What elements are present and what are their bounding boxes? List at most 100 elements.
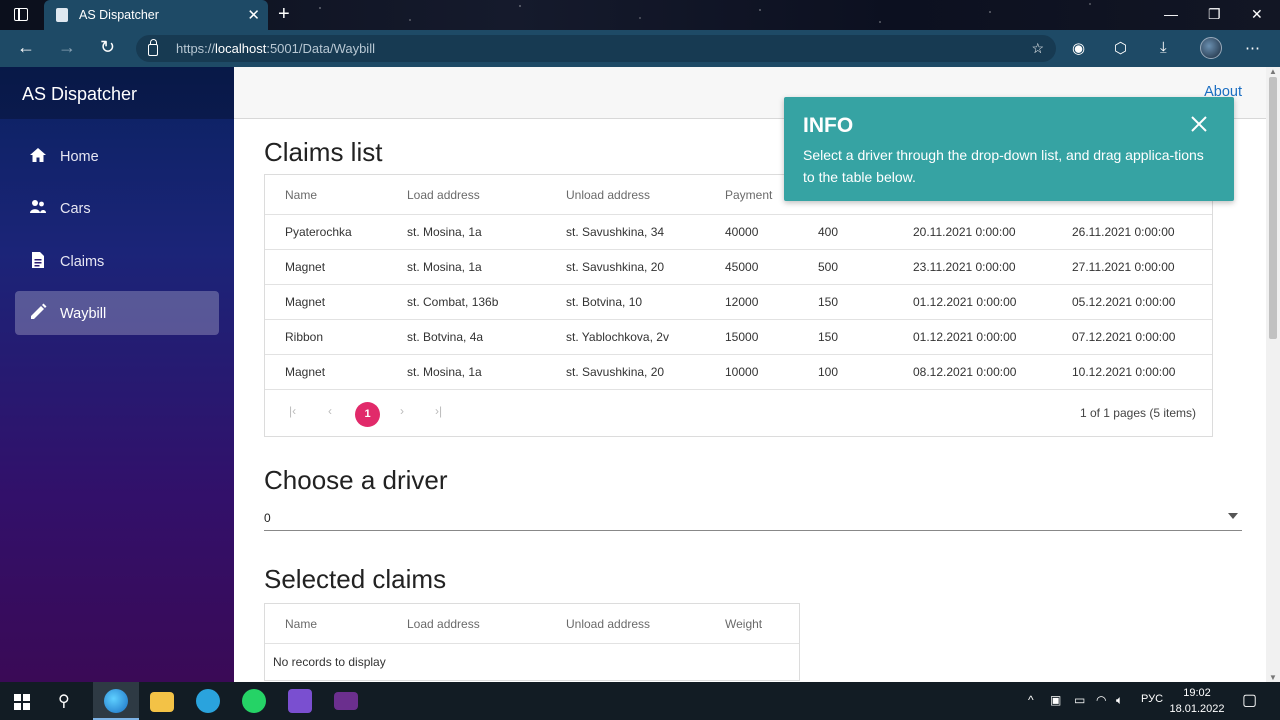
url-path: :5001/Data/Waybill <box>266 41 375 56</box>
extension-icon[interactable]: ◉ <box>1072 39 1085 57</box>
prev-page-icon[interactable]: ‹ <box>328 404 332 418</box>
url-field[interactable]: https://localhost:5001/Data/Waybill ☆ <box>136 35 1056 62</box>
sidebar-item-home[interactable]: Home <box>15 134 219 178</box>
windows-start-icon[interactable] <box>14 694 30 710</box>
column-header-load-address[interactable]: Load address <box>407 175 480 215</box>
toast-title: INFO <box>803 114 854 137</box>
selected-claims-grid[interactable]: Name Load address Unload address Weight … <box>264 603 800 681</box>
page-number-button[interactable]: 1 <box>355 402 380 427</box>
windows-taskbar: ⚲ ^ ▣ ▭ ◠ 🔈︎ РУС 19:02 18.01.2022 ▢ <box>0 682 1280 720</box>
table-row[interactable]: Magnet st. Mosina, 1a st. Savushkina, 20 10… <box>265 355 1212 390</box>
terminal-icon[interactable] <box>334 692 358 710</box>
close-window-icon[interactable]: ✕ <box>1251 6 1263 23</box>
column-header-name[interactable]: Name <box>285 175 317 215</box>
driver-dropdown[interactable]: 0 <box>264 507 1242 531</box>
visual-studio-icon[interactable] <box>288 689 312 713</box>
tray-app-icon[interactable]: ▣ <box>1050 693 1061 707</box>
choose-driver-title: Choose a driver <box>264 465 448 495</box>
sidebar-item-label: Home <box>60 149 99 165</box>
back-icon[interactable]: ← <box>17 37 35 58</box>
dropdown-arrow-icon[interactable] <box>1228 513 1238 519</box>
table-cell: 150 <box>818 295 839 309</box>
more-menu-icon[interactable]: ⋯ <box>1245 39 1260 57</box>
table-cell: 15000 <box>725 330 759 344</box>
table-cell: st. Savushkina, 34 <box>566 225 665 239</box>
sidebar-item-label: Waybill <box>60 306 107 322</box>
pencil-icon <box>31 303 47 319</box>
edge-icon[interactable] <box>104 689 128 713</box>
column-header-name[interactable]: Name <box>285 604 317 644</box>
table-cell: st. Savushkina, 20 <box>566 260 665 274</box>
wifi-icon[interactable]: ◠ <box>1096 693 1106 707</box>
driver-dropdown-value: 0 <box>264 511 271 525</box>
toast-message: Select a driver through the drop-down li… <box>803 147 1204 185</box>
table-cell: st. Mosina, 1a <box>407 225 482 239</box>
column-header-payment[interactable]: Payment <box>725 175 772 215</box>
telegram-icon[interactable] <box>196 689 220 713</box>
column-header-weight[interactable]: Weight <box>725 604 762 644</box>
table-cell: 27.11.2021 0:00:00 <box>1072 260 1175 274</box>
table-cell: 01.12.2021 0:00:00 <box>913 295 1017 309</box>
new-tab-icon[interactable]: + <box>278 3 290 26</box>
claims-grid-body: Pyaterochka st. Mosina, 1a st. Savushkina,… <box>265 215 1212 390</box>
tab-actions-icon[interactable] <box>14 8 28 21</box>
whatsapp-icon[interactable] <box>242 689 266 713</box>
minimize-icon[interactable]: — <box>1164 6 1178 22</box>
language-indicator[interactable]: РУС <box>1141 693 1163 705</box>
table-cell: st. Mosina, 1a <box>407 260 482 274</box>
page-scrollbar[interactable]: ▲ ▼ <box>1266 67 1280 682</box>
table-row[interactable]: Ribbon st. Botvina, 4a st. Yablochkova, 2v… <box>265 320 1212 355</box>
column-header-unload-address[interactable]: Unload address <box>566 175 650 215</box>
lock-icon[interactable] <box>148 39 158 56</box>
sidebar-item-waybill[interactable]: Waybill <box>15 291 219 335</box>
extensions-puzzle-icon[interactable]: ⬡ <box>1114 39 1127 57</box>
column-header-unload-address[interactable]: Unload address <box>566 604 650 644</box>
selected-grid-header: Name Load address Unload address Weight <box>265 604 799 644</box>
table-row[interactable]: Magnet st. Combat, 136b st. Botvina, 10 120… <box>265 285 1212 320</box>
brand-title[interactable]: AS Dispatcher <box>0 67 234 119</box>
last-page-icon[interactable]: ›| <box>435 404 442 418</box>
url-host: localhost <box>215 41 267 56</box>
browser-tab[interactable]: AS Dispatcher ✕ <box>44 0 268 30</box>
scroll-up-icon[interactable]: ▲ <box>1269 67 1277 76</box>
tray-overflow-icon[interactable]: ^ <box>1028 693 1034 707</box>
clock-date: 18.01.2022 <box>1169 703 1225 715</box>
table-cell: 07.12.2021 0:00:00 <box>1072 330 1176 344</box>
first-page-icon[interactable]: |‹ <box>289 404 296 418</box>
pager-info: 1 of 1 pages (5 items) <box>1079 406 1196 420</box>
close-toast-icon[interactable] <box>1190 115 1208 133</box>
table-cell: 45000 <box>725 260 759 274</box>
info-toast: INFO Select a driver through the drop-do… <box>784 97 1234 201</box>
sidebar-item-claims[interactable]: Claims <box>15 239 219 283</box>
file-explorer-icon[interactable] <box>150 692 174 712</box>
table-cell: st. Botvina, 4a <box>407 330 484 344</box>
table-cell: 500 <box>818 260 839 274</box>
table-row[interactable]: Magnet st. Mosina, 1a st. Savushkina, 20 45… <box>265 250 1212 285</box>
table-cell: 40000 <box>725 225 759 239</box>
scrollbar-thumb[interactable] <box>1269 77 1277 339</box>
clock[interactable]: 19:02 18.01.2022 <box>1168 685 1226 717</box>
claims-list-title: Claims list <box>264 137 383 167</box>
table-row[interactable]: Pyaterochka st. Mosina, 1a st. Savushkina,… <box>265 215 1212 250</box>
table-cell: st. Mosina, 1a <box>407 365 482 379</box>
table-cell: Magnet <box>285 295 326 309</box>
notifications-icon[interactable]: ▢ <box>1242 690 1257 710</box>
battery-icon[interactable]: ▭ <box>1074 693 1085 707</box>
next-page-icon[interactable]: › <box>400 404 404 418</box>
downloads-icon[interactable]: ⤓ <box>1160 39 1167 56</box>
sidebar-item-cars[interactable]: Cars <box>15 186 219 230</box>
search-icon[interactable]: ⚲ <box>58 691 70 711</box>
refresh-icon[interactable]: ↻ <box>100 37 115 58</box>
scroll-down-icon[interactable]: ▼ <box>1269 673 1277 682</box>
people-icon <box>30 200 46 213</box>
volume-icon[interactable]: 🔈︎ <box>1116 693 1123 708</box>
table-cell: 10.12.2021 0:00:00 <box>1072 365 1176 379</box>
add-favorite-icon[interactable]: ☆ <box>1031 40 1044 57</box>
table-cell: 20.11.2021 0:00:00 <box>913 225 1016 239</box>
restore-icon[interactable]: ❐ <box>1208 6 1221 23</box>
column-header-load-address[interactable]: Load address <box>407 604 480 644</box>
close-tab-icon[interactable]: ✕ <box>247 6 260 24</box>
forward-icon[interactable]: → <box>58 37 76 58</box>
claims-grid: Name Load address Unload address Payment… <box>264 174 1213 437</box>
profile-avatar[interactable] <box>1200 37 1222 59</box>
